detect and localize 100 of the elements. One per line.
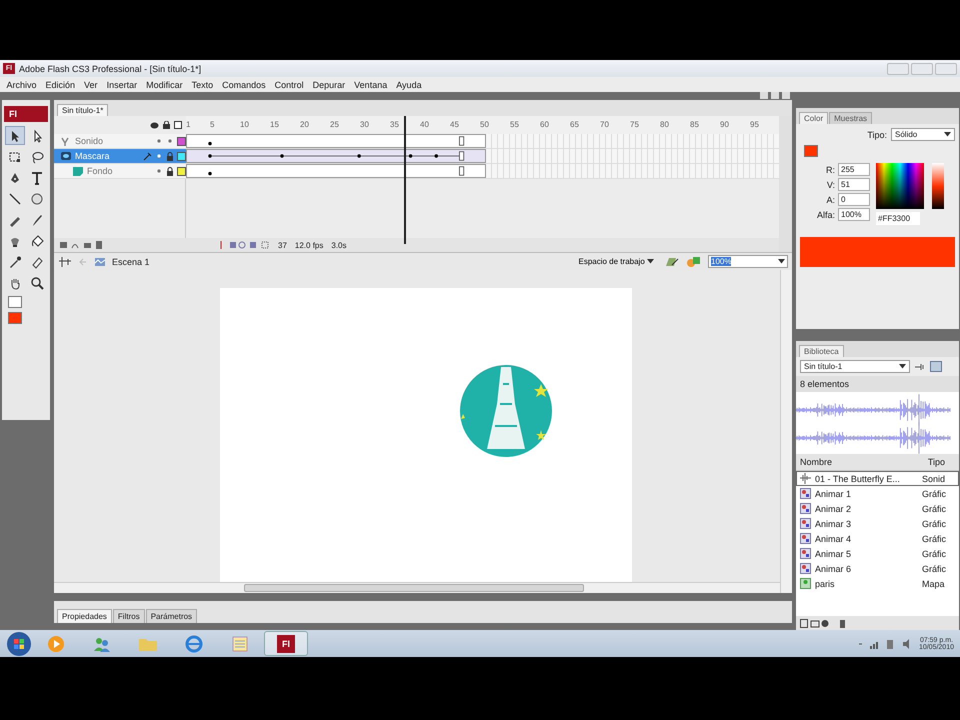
menu-item[interactable]: Texto (187, 80, 218, 90)
frame-number: 10 (240, 120, 249, 129)
vertical-scrollbar[interactable] (780, 270, 792, 593)
onion-skin-icon[interactable] (220, 241, 270, 249)
menu-item[interactable]: Control (270, 80, 308, 90)
stroke-color-swatch[interactable] (8, 296, 22, 308)
bucket-tool-icon (30, 234, 44, 248)
graphic-symbol-icon (800, 533, 811, 544)
taskbar-button[interactable]: Fl (264, 631, 308, 656)
lock-icon[interactable] (166, 166, 174, 176)
library-item[interactable]: 01 - The Butterfly E... Sonid (796, 471, 959, 486)
channel-label: Alfa: (816, 210, 835, 220)
frame-number: 45 (450, 120, 459, 129)
brightness-bar[interactable] (932, 163, 944, 209)
channel-field[interactable]: 255 (838, 163, 870, 176)
eye-icon[interactable] (150, 122, 159, 128)
library-item[interactable]: Animar 3 Gráfic (796, 516, 959, 531)
scene-icon (94, 256, 106, 268)
unlocked-dot[interactable] (168, 139, 172, 143)
document-tab[interactable]: Sin título-1* (57, 104, 108, 116)
menu-item[interactable]: Ver (80, 80, 102, 90)
column-header[interactable]: Tipo (928, 457, 945, 467)
library-item[interactable]: Animar 5 Gráfic (796, 546, 959, 561)
visibility-dot[interactable] (157, 154, 161, 158)
library-item[interactable]: Animar 1 Gráfic (796, 486, 959, 501)
frame-number: 25 (330, 120, 339, 129)
layer-outline-swatch[interactable] (177, 152, 186, 160)
panel-tab[interactable]: Biblioteca (799, 345, 844, 357)
horizontal-scrollbar[interactable] (54, 582, 780, 593)
frame-number: 55 (510, 120, 519, 129)
menu-item[interactable]: Insertar (102, 80, 142, 90)
channel-field[interactable]: 0 (838, 193, 870, 206)
menu-item[interactable]: Comandos (218, 80, 270, 90)
transform-tool-icon (8, 150, 22, 164)
lock-icon[interactable] (163, 121, 170, 129)
column-header[interactable]: Nombre (800, 457, 832, 467)
layer-outline-swatch[interactable] (177, 136, 186, 146)
menu-item[interactable]: Ventana (350, 80, 392, 90)
zoom-field[interactable]: 100% (708, 255, 788, 268)
workspace-menu[interactable]: Espacio de trabajo (574, 256, 658, 267)
library-dropdown[interactable]: Sin título-1 (800, 360, 910, 373)
color-spectrum[interactable] (876, 163, 924, 209)
pin-icon[interactable] (914, 362, 926, 372)
scene-label[interactable]: Escena 1 (112, 256, 568, 266)
graphic-symbol-icon (800, 488, 811, 499)
channel-label: V: (826, 180, 835, 190)
layer-buttons-icon[interactable] (60, 241, 104, 249)
graphic-symbol-icon (800, 563, 811, 574)
eyedropper-tool-icon (8, 254, 22, 268)
new-library-icon[interactable] (930, 361, 942, 372)
menu-item[interactable]: Archivo (2, 80, 42, 90)
sound-icon (800, 473, 811, 484)
item-count: 8 elementos (796, 376, 959, 392)
frame-number: 35 (390, 120, 399, 129)
edit-symbol-icon[interactable] (664, 255, 680, 268)
timeline-toggle-icon[interactable] (58, 256, 72, 268)
visibility-dot[interactable] (157, 169, 161, 173)
menu-item[interactable]: Ayuda (392, 80, 426, 90)
frame-number: 70 (600, 120, 609, 129)
panel-tab[interactable]: Filtros (112, 609, 145, 623)
graphic-symbol-icon (800, 503, 811, 514)
menu-item[interactable]: Modificar (142, 80, 188, 90)
frame-number: 1 (186, 120, 190, 129)
hex-field[interactable]: #FF3300 (876, 212, 920, 225)
layer-outline-swatch[interactable] (177, 166, 186, 176)
caret-icon (944, 132, 951, 137)
frame-number: 85 (690, 120, 699, 129)
layer-row[interactable]: Fondo (54, 164, 186, 179)
menu-item[interactable]: Edición (41, 80, 80, 90)
frame-number: 90 (720, 120, 729, 129)
layer-row[interactable]: Sonido (54, 134, 186, 149)
frame-number: 30 (360, 120, 369, 129)
fill-color-swatch[interactable] (804, 145, 818, 157)
menu-item[interactable]: Depurar (308, 80, 350, 90)
lasso-tool-icon (30, 150, 44, 164)
fill-color-swatch[interactable] (8, 312, 22, 324)
panel-tab[interactable]: Color (799, 112, 828, 124)
media-player-icon (47, 634, 65, 652)
type-dropdown[interactable]: Sólido (891, 128, 955, 141)
channel-field[interactable]: 100% (838, 208, 870, 221)
tool-button[interactable] (5, 126, 25, 145)
line-tool-icon (8, 192, 22, 206)
panel-tab[interactable]: Muestras (829, 112, 872, 124)
panel-tab[interactable]: Propiedades (57, 609, 112, 623)
channel-field[interactable]: 51 (838, 178, 870, 191)
frame-rate: 12.0 fps (294, 240, 324, 250)
visibility-dot[interactable] (157, 139, 161, 143)
flash-logo: Fl (277, 634, 295, 652)
library-item[interactable]: paris Mapa (796, 576, 959, 591)
library-item[interactable]: Animar 4 Gráfic (796, 531, 959, 546)
panel-tab[interactable]: Parámetros (146, 609, 198, 623)
frame-number: 95 (750, 120, 759, 129)
eraser-tool-icon (30, 254, 44, 268)
caret-icon (778, 259, 785, 264)
library-item[interactable]: Animar 2 Gráfic (796, 501, 959, 516)
start-button[interactable] (6, 630, 32, 656)
library-item[interactable]: Animar 6 Gráfic (796, 561, 959, 576)
oval-tool-icon (30, 192, 44, 206)
outline-icon[interactable] (174, 121, 182, 129)
graphic-symbol-icon (800, 548, 811, 559)
